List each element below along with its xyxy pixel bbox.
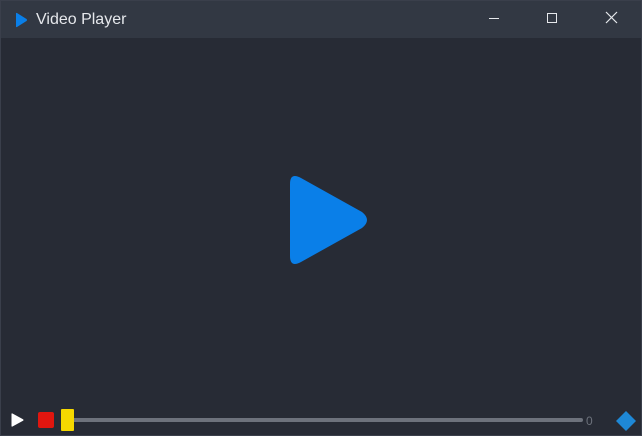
play-icon[interactable] bbox=[9, 412, 25, 428]
window-title: Video Player bbox=[36, 11, 127, 28]
close-button[interactable] bbox=[583, 1, 639, 38]
seek-handle[interactable] bbox=[61, 409, 74, 431]
video-display[interactable] bbox=[1, 38, 641, 403]
minimize-button[interactable] bbox=[466, 1, 522, 38]
close-icon bbox=[605, 11, 618, 29]
maximize-button[interactable] bbox=[524, 1, 580, 38]
time-label: 0 bbox=[586, 414, 593, 428]
minimize-icon bbox=[488, 11, 500, 29]
control-bar: 0 bbox=[1, 403, 641, 435]
maximize-icon bbox=[546, 11, 558, 29]
play-triangle-icon bbox=[14, 12, 28, 28]
seek-bar[interactable] bbox=[65, 418, 583, 422]
large-play-icon[interactable] bbox=[286, 172, 370, 268]
title-bar[interactable]: Video Player bbox=[1, 1, 641, 38]
video-player-window: Video Player 0 bbox=[0, 0, 642, 436]
diamond-icon[interactable] bbox=[615, 410, 637, 432]
stop-icon[interactable] bbox=[38, 412, 54, 428]
